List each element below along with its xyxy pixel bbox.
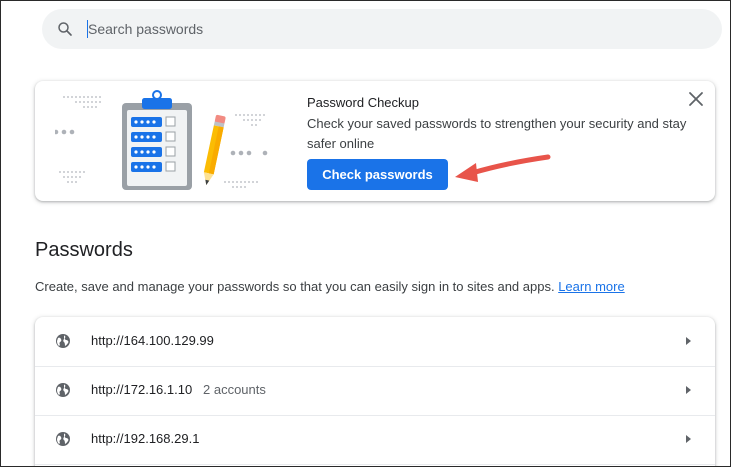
check-passwords-button[interactable]: Check passwords — [307, 159, 448, 190]
site-url: http://164.100.129.99 — [91, 333, 214, 348]
password-checkup-card: Password Checkup Check your saved passwo… — [35, 81, 715, 201]
site-url: http://172.16.1.10 — [91, 382, 193, 397]
annotation-arrow — [455, 154, 551, 182]
clipboard-icon — [122, 90, 192, 190]
password-row[interactable]: http://192.168.29.1 — [35, 415, 715, 465]
saved-passwords-list: http://164.100.129.99 http://172.16.1.10… — [35, 317, 715, 466]
checkup-description: Check your saved passwords to strengthen… — [307, 116, 687, 151]
passwords-settings-page: Password Checkup Check your saved passwo… — [0, 0, 731, 467]
globe-icon — [56, 432, 70, 446]
search-input[interactable] — [88, 17, 688, 41]
text-cursor — [87, 20, 88, 38]
passwords-description: Create, save and manage your passwords s… — [35, 279, 625, 294]
globe-icon — [56, 383, 70, 397]
globe-icon — [56, 334, 70, 348]
chevron-right-icon — [686, 386, 691, 394]
search-icon — [58, 22, 72, 36]
clipboard-illustration — [55, 90, 268, 190]
close-icon[interactable] — [687, 90, 705, 108]
password-row[interactable]: http://164.100.129.99 — [35, 317, 715, 367]
chevron-right-icon — [686, 435, 691, 443]
learn-more-link[interactable]: Learn more — [558, 279, 624, 294]
passwords-description-text: Create, save and manage your passwords s… — [35, 279, 555, 294]
checkup-title: Password Checkup — [307, 95, 419, 110]
passwords-heading: Passwords — [35, 239, 133, 261]
chevron-right-icon — [686, 337, 691, 345]
password-row[interactable]: http://172.16.1.10 2 accounts — [35, 366, 715, 416]
pencil-icon — [203, 114, 226, 186]
account-count: 2 accounts — [203, 382, 266, 397]
search-bar[interactable] — [42, 9, 722, 49]
site-url: http://192.168.29.1 — [91, 431, 200, 446]
